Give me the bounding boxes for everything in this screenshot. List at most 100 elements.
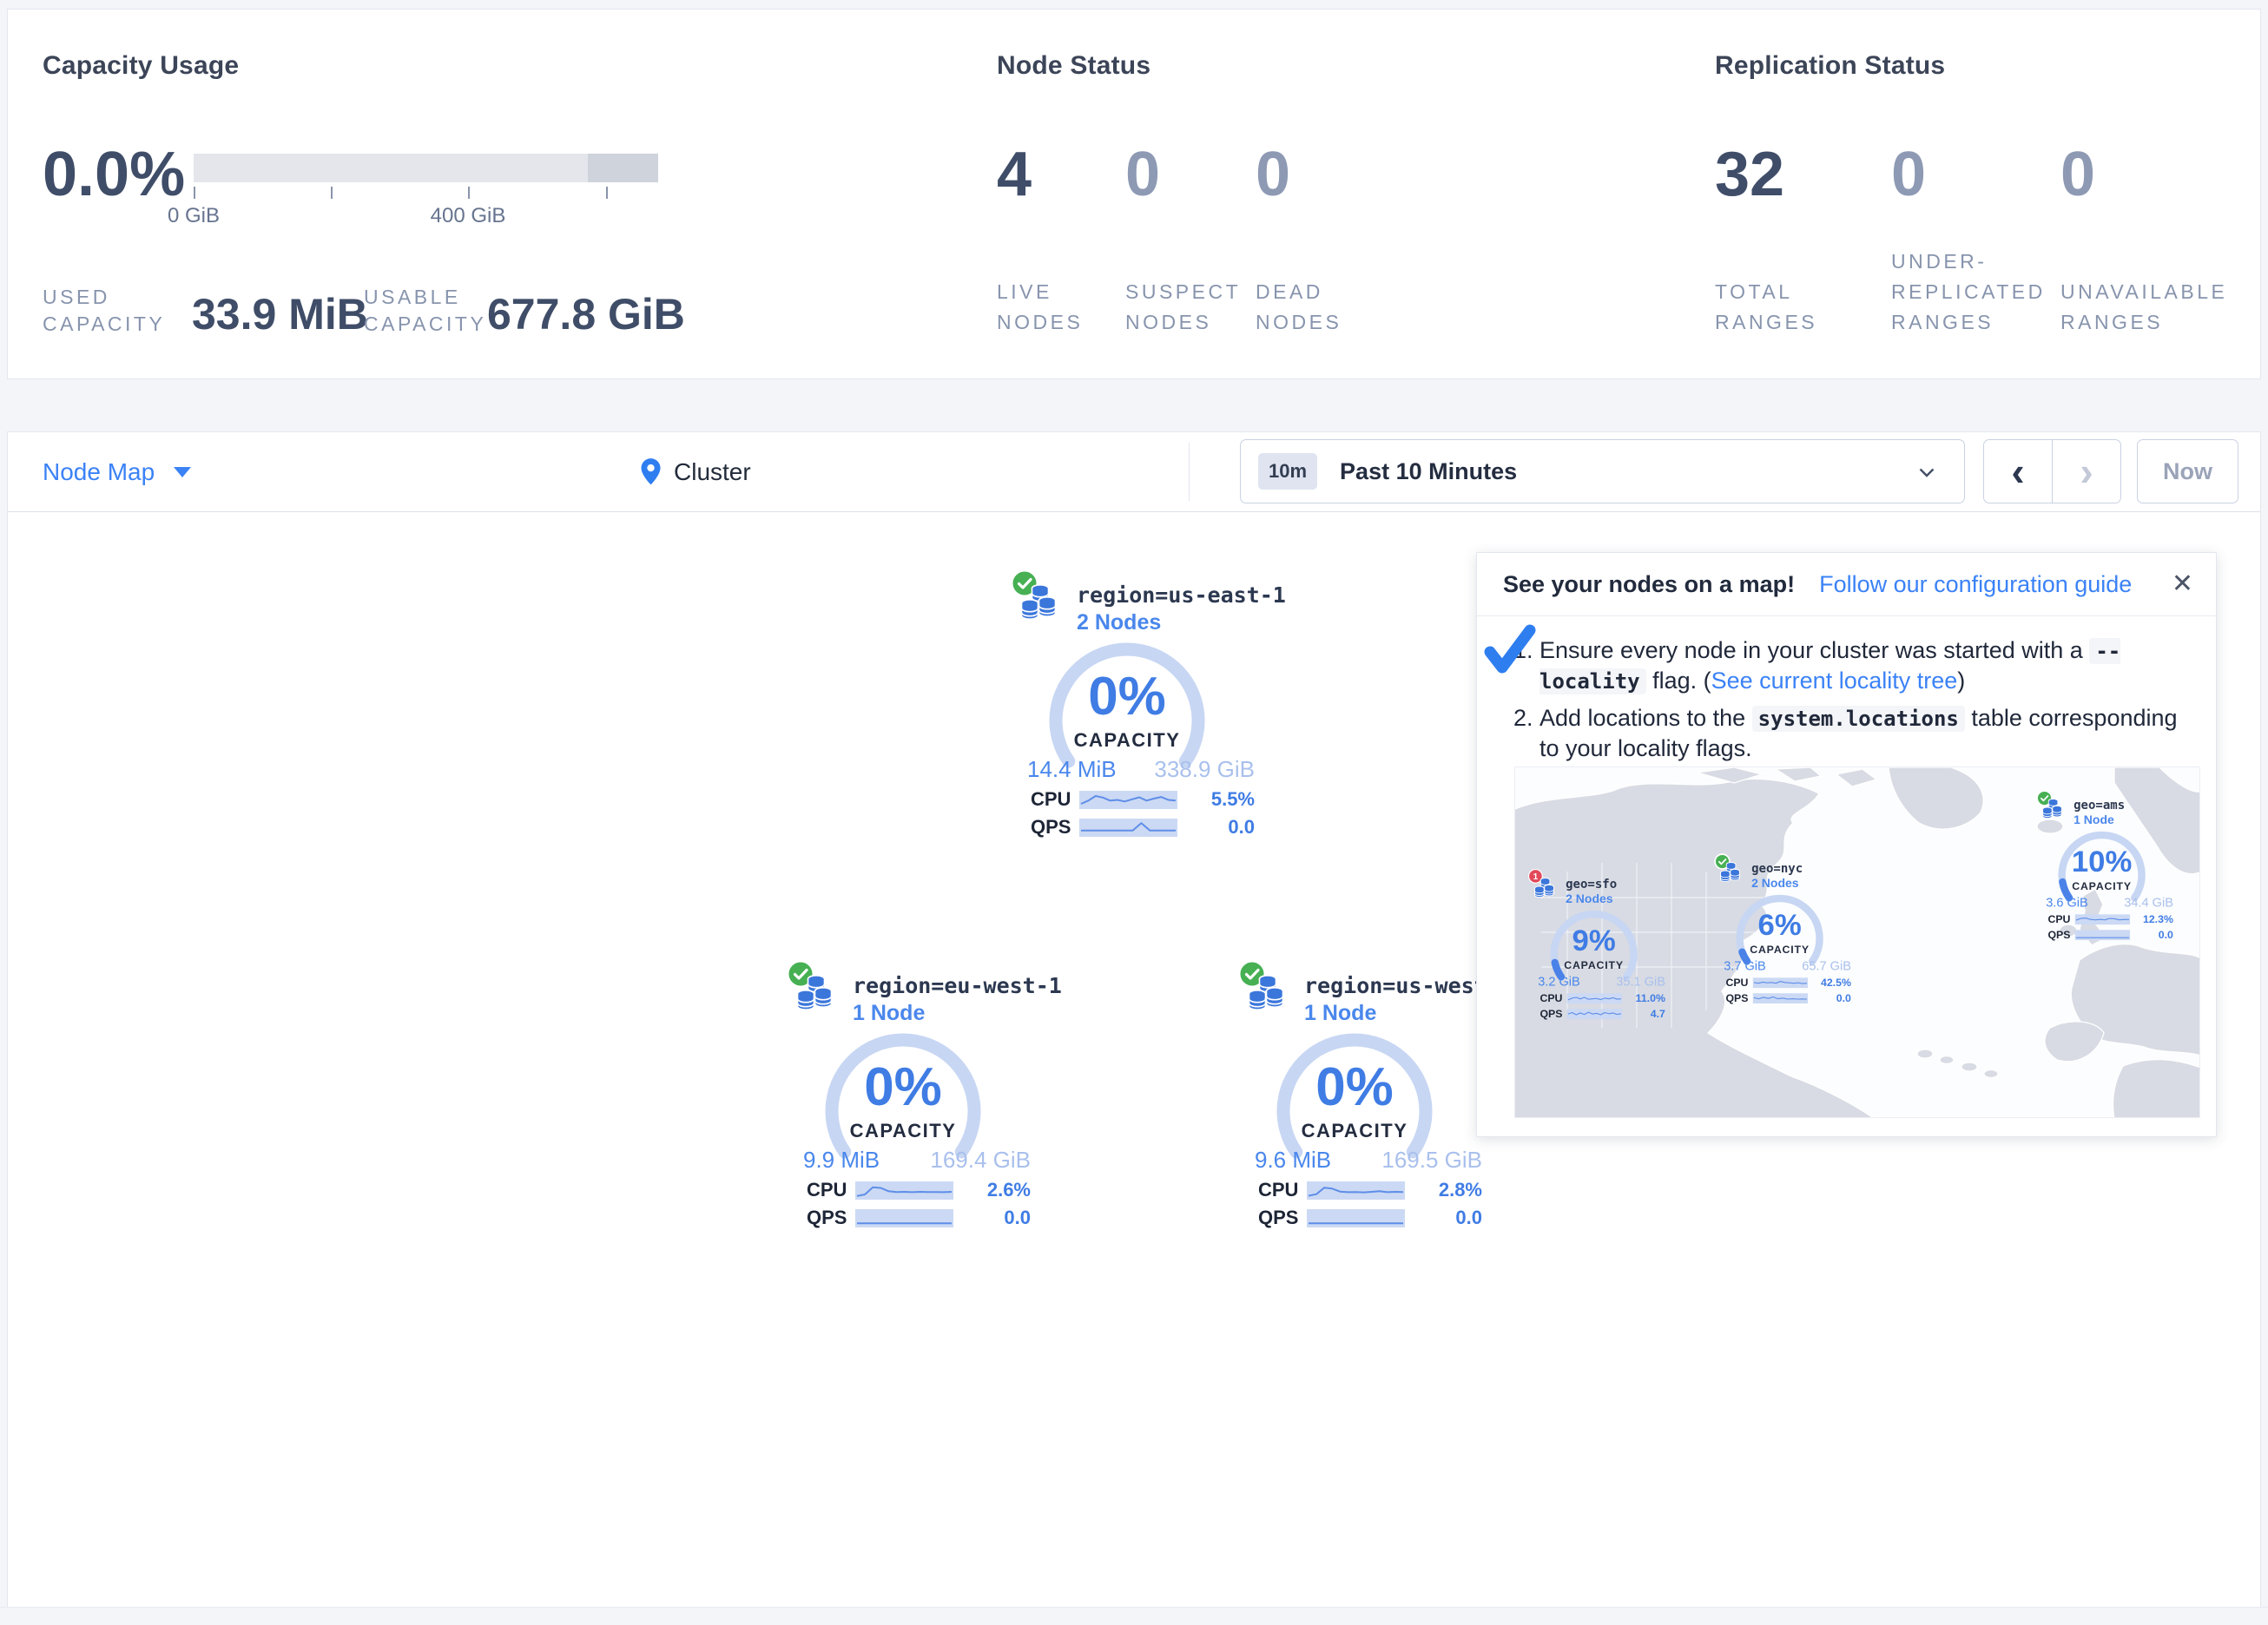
metric-value: 0.0 — [1405, 1207, 1482, 1229]
node-count-link[interactable]: 1 Node — [1304, 1001, 1376, 1026]
metric-value: 12.3% — [2130, 913, 2173, 926]
guide-header: See your nodes on a map! Follow our conf… — [1477, 553, 2216, 616]
metric-label: CPU — [1539, 992, 1566, 1005]
metric-label: QPS — [1725, 992, 1752, 1005]
locality-tree-link[interactable]: See current locality tree — [1711, 668, 1958, 694]
capacity-percent: 0% — [816, 1056, 990, 1118]
map-configuration-guide: See your nodes on a map! Follow our conf… — [1476, 552, 2217, 1137]
view-mode-label: Node Map — [43, 458, 155, 486]
code-snippet: system.locations — [1752, 706, 1965, 732]
stat-value: 0 — [1125, 141, 1160, 207]
axis-tick-label: 0 GiB — [168, 204, 220, 228]
configuration-guide-link[interactable]: Follow our configuration guide — [1819, 571, 2132, 598]
metric-sparkline — [1753, 993, 1808, 1003]
database-nodes-icon — [2041, 799, 2065, 822]
metric-label: QPS — [1539, 1008, 1566, 1021]
locality-node[interactable]: region=us-west-1 1 Node 0% CAPACITY 9.6 … — [1237, 959, 1489, 1235]
metric-label: QPS — [2047, 929, 2074, 942]
bottom-band — [0, 1607, 2268, 1625]
locality-node: 1 geo=sfo 2 Nodes 9% CAPACITY 3.2 GiB 35… — [1528, 869, 1669, 1023]
node-count-link[interactable]: 1 Node — [853, 1001, 925, 1026]
node-count-link[interactable]: 2 Nodes — [1077, 610, 1161, 635]
stat-label: UNDER-REPLICATED RANGES — [1891, 247, 2054, 338]
metric-label: CPU — [1258, 1179, 1307, 1201]
used-capacity-label: USED CAPACITY — [43, 284, 173, 338]
time-range-dropdown[interactable]: 10m Past 10 Minutes — [1240, 439, 1965, 503]
step-text: flag. ( — [1646, 668, 1711, 694]
database-nodes-icon — [1019, 584, 1060, 626]
database-nodes-icon — [794, 975, 836, 1016]
node-count-link: 2 Nodes — [1566, 892, 1612, 906]
metric-label: CPU — [1725, 977, 1752, 990]
locality-label: region=us-east-1 — [1077, 582, 1286, 608]
usable-capacity-value: 169.4 GiB — [930, 1147, 1031, 1174]
locality-node: geo=ams 1 Node 10% CAPACITY 3.6 GiB 34.4… — [2036, 790, 2177, 944]
metric-sparkline — [855, 1209, 953, 1227]
time-range-label: Past 10 Minutes — [1340, 458, 1517, 485]
metric-sparkline — [2075, 930, 2130, 940]
database-nodes-icon — [1719, 862, 1743, 885]
axis-tick-label: 400 GiB — [431, 204, 506, 228]
guide-title: See your nodes on a map! — [1503, 571, 1795, 598]
stat-label: DEAD NODES — [1256, 277, 1368, 338]
locality-node[interactable]: region=us-east-1 2 Nodes 0% CAPACITY 14.… — [1010, 569, 1262, 845]
metric-value: 0.0 — [1177, 816, 1255, 839]
metric-value: 0.0 — [953, 1207, 1031, 1229]
capacity-percent: 6% — [1731, 908, 1829, 943]
locality-label: region=eu-west-1 — [853, 973, 1062, 998]
usable-capacity-value: 34.4 GiB — [2124, 895, 2173, 910]
metric-sparkline — [1753, 977, 1808, 988]
usable-capacity-value: 677.8 GiB — [487, 291, 685, 338]
capacity-percent: 0% — [1040, 666, 1214, 727]
stat-value: 4 — [997, 141, 1032, 207]
stat-value: 0 — [1256, 141, 1290, 207]
metric-label: CPU — [1031, 788, 1079, 811]
time-prev-button[interactable]: ‹ — [1984, 440, 2053, 503]
stat-label: TOTAL RANGES — [1715, 277, 1854, 338]
metric-value: 2.8% — [1405, 1179, 1482, 1201]
capacity-caption: CAPACITY — [1731, 944, 1829, 957]
metric-value: 4.7 — [1622, 1008, 1665, 1021]
metric-value: 0.0 — [1808, 992, 1851, 1005]
stat-label: UNAVAILABLE RANGES — [2060, 277, 2245, 338]
locality-node[interactable]: region=eu-west-1 1 Node 0% CAPACITY 9.9 … — [786, 959, 1038, 1235]
metric-label: QPS — [1258, 1207, 1307, 1229]
time-next-button[interactable]: › — [2053, 440, 2120, 503]
guide-steps-list: Ensure every node in your cluster was st… — [1477, 635, 2216, 763]
metric-sparkline — [1567, 1009, 1622, 1019]
stat-value: 32 — [1715, 141, 1784, 207]
chevron-down-icon — [1919, 468, 1935, 477]
stat-value: 0 — [2060, 141, 2095, 207]
guide-step: Ensure every node in your cluster was st… — [1539, 635, 2190, 696]
stat-label: LIVE NODES — [997, 277, 1101, 338]
stat-value: 0 — [1891, 141, 1926, 207]
location-pin-icon — [640, 457, 662, 486]
locality-node: geo=nyc 2 Nodes 6% CAPACITY 3.7 GiB 65.7… — [1714, 853, 1855, 1008]
breadcrumb[interactable]: Cluster — [640, 432, 751, 511]
capacity-percent: 9% — [1546, 924, 1643, 958]
locality-label: geo=ams — [2074, 798, 2125, 812]
metric-value: 2.6% — [953, 1179, 1031, 1201]
summary-stats-panel: Capacity Usage Node Status Replication S… — [7, 9, 2261, 379]
capacity-bar — [194, 154, 658, 182]
stat-label: SUSPECT NODES — [1125, 277, 1254, 338]
step-text: ) — [1957, 668, 1965, 694]
usable-capacity-value: 35.1 GiB — [1616, 974, 1665, 989]
metric-value: 5.5% — [1177, 788, 1255, 811]
used-capacity-value: 9.9 MiB — [803, 1147, 880, 1174]
axis-tick — [194, 187, 195, 199]
capacity-bar-reserved-segment — [588, 154, 658, 182]
used-capacity-value: 3.6 GiB — [2046, 895, 2088, 910]
axis-tick — [606, 187, 608, 199]
axis-tick — [331, 187, 333, 199]
node-count-link: 2 Nodes — [1751, 877, 1798, 891]
time-now-button[interactable]: Now — [2137, 439, 2238, 503]
guide-step: Add locations to the system.locations ta… — [1539, 703, 2190, 763]
used-capacity-value: 3.2 GiB — [1538, 974, 1580, 989]
metric-label: CPU — [807, 1179, 855, 1201]
locality-label: geo=nyc — [1751, 861, 1803, 875]
view-mode-selector[interactable]: Node Map — [43, 432, 191, 511]
close-icon[interactable]: ✕ — [2172, 569, 2193, 599]
database-nodes-icon — [1533, 878, 1557, 901]
time-shortcut-badge: 10m — [1258, 453, 1317, 490]
